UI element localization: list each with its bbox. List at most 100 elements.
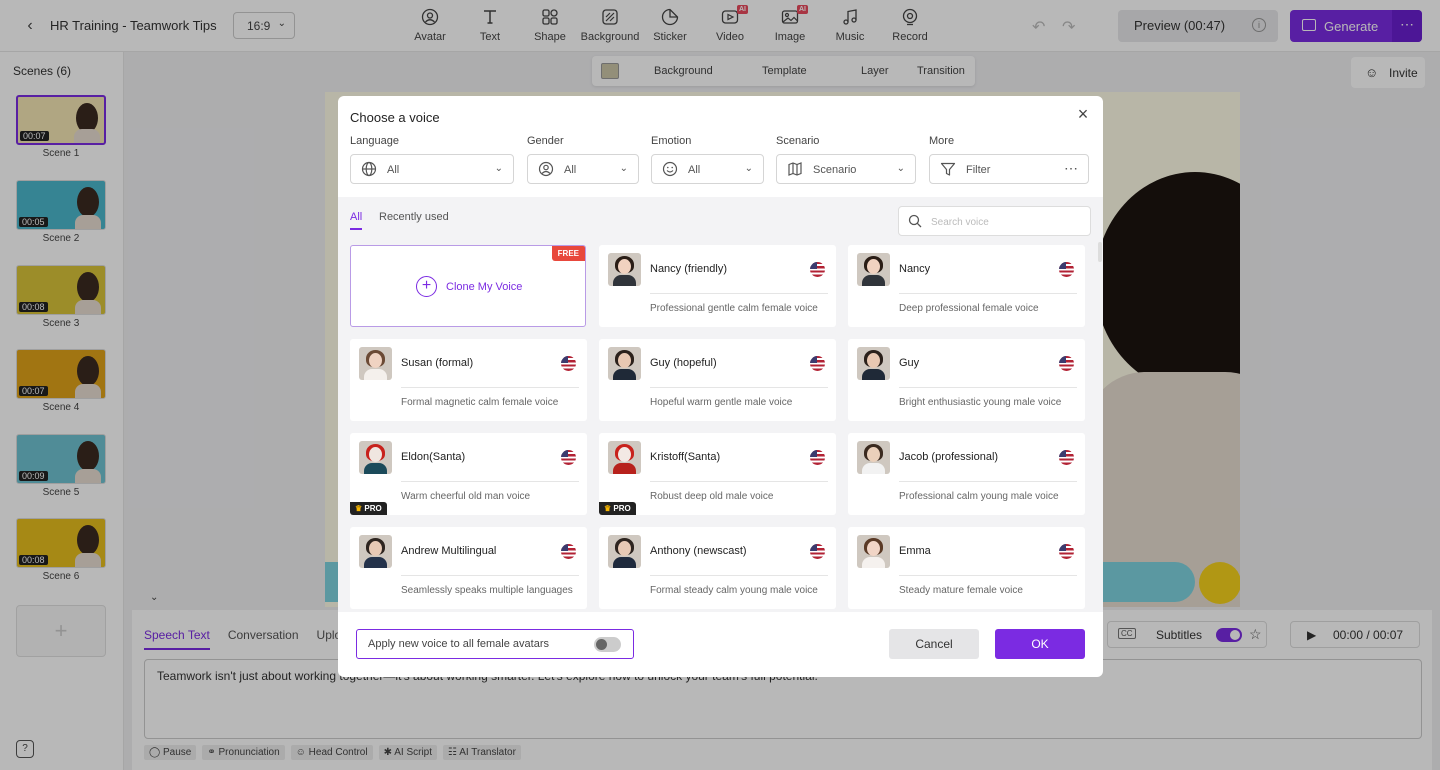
- choose-voice-dialog: Choose a voice × Language All ⌄ Gender A…: [338, 96, 1103, 677]
- avatar-face: [867, 259, 880, 274]
- us-flag-icon: [810, 356, 825, 371]
- gender-select[interactable]: All ⌄: [527, 154, 639, 184]
- more-filter-select[interactable]: Filter ⋯: [929, 154, 1089, 184]
- voice-card[interactable]: Nancy Deep professional female voice: [848, 245, 1085, 327]
- cancel-button[interactable]: Cancel: [889, 629, 979, 659]
- voice-avatar: [857, 253, 890, 286]
- card-divider: [899, 387, 1077, 388]
- apply-all-label: Apply new voice to all female avatars: [368, 638, 549, 650]
- tab-recently-used[interactable]: Recently used: [379, 211, 449, 223]
- voice-description: Formal steady calm young male voice: [650, 585, 818, 596]
- close-icon[interactable]: ×: [1075, 105, 1091, 123]
- card-divider: [650, 387, 828, 388]
- avatar-torso: [862, 557, 885, 568]
- clone-my-voice-card[interactable]: FREE + Clone My Voice: [350, 245, 586, 327]
- voice-name: Emma: [899, 545, 931, 557]
- voice-name: Guy (hopeful): [650, 357, 717, 369]
- voice-description: Professional calm young male voice: [899, 491, 1059, 502]
- language-select[interactable]: All ⌄: [350, 154, 514, 184]
- us-flag-icon: [1059, 544, 1074, 559]
- voice-name: Nancy: [899, 263, 931, 275]
- card-divider: [650, 481, 828, 482]
- map-icon: [788, 162, 802, 176]
- voice-avatar: [857, 441, 890, 474]
- avatar-face: [369, 541, 382, 556]
- avatar-torso: [613, 275, 636, 286]
- voice-name: Nancy (friendly): [650, 263, 728, 275]
- voice-description: Hopeful warm gentle male voice: [650, 397, 793, 408]
- gender-label: Gender: [527, 135, 564, 147]
- avatar-face: [369, 447, 382, 462]
- avatar-face: [867, 447, 880, 462]
- avatar-face: [618, 353, 631, 368]
- avatar-torso: [364, 557, 387, 568]
- globe-icon: [361, 161, 377, 177]
- scrollbar[interactable]: [1098, 242, 1102, 262]
- smile-icon: [662, 161, 678, 177]
- voice-card[interactable]: Nancy (friendly) Professional gentle calm…: [599, 245, 836, 327]
- person-icon: [538, 161, 554, 177]
- voice-avatar: [359, 441, 392, 474]
- voice-card[interactable]: Anthony (newscast) Formal steady calm you…: [599, 527, 836, 609]
- language-value: All: [387, 164, 400, 176]
- gender-value: All: [564, 164, 577, 176]
- tab-all[interactable]: All: [350, 211, 363, 230]
- apply-all-toggle[interactable]: [594, 637, 621, 652]
- voice-avatar: [608, 347, 641, 380]
- language-label: Language: [350, 135, 399, 147]
- us-flag-icon: [1059, 356, 1074, 371]
- avatar-torso: [364, 463, 387, 474]
- plus-circle-icon: +: [416, 276, 437, 297]
- avatar-face: [867, 353, 880, 368]
- voice-name: Anthony (newscast): [650, 545, 747, 557]
- us-flag-icon: [561, 450, 576, 465]
- free-badge: FREE: [551, 246, 585, 261]
- voice-card[interactable]: Guy (hopeful) Hopeful warm gentle male vo…: [599, 339, 836, 421]
- voice-description: Formal magnetic calm female voice: [401, 397, 559, 408]
- voice-name: Kristoff(Santa): [650, 451, 721, 463]
- avatar-torso: [862, 275, 885, 286]
- card-divider: [899, 293, 1077, 294]
- us-flag-icon: [561, 356, 576, 371]
- chevron-down-icon: ⌄: [619, 163, 628, 174]
- chevron-down-icon: ⌄: [494, 163, 503, 174]
- pro-badge: ♛ PRO: [350, 502, 387, 515]
- avatar-face: [618, 447, 631, 462]
- card-divider: [401, 387, 579, 388]
- avatar-face: [369, 353, 382, 368]
- voice-card[interactable]: Guy Bright enthusiastic young male voice: [848, 339, 1085, 421]
- voice-card[interactable]: Susan (formal) Formal magnetic calm femal…: [350, 339, 587, 421]
- voice-avatar: [359, 347, 392, 380]
- avatar-face: [618, 259, 631, 274]
- ok-button[interactable]: OK: [995, 629, 1085, 659]
- crown-icon: ♛: [355, 504, 363, 513]
- voice-name: Eldon(Santa): [401, 451, 466, 463]
- voice-card[interactable]: Eldon(Santa) Warm cheerful old man voice ♛…: [350, 433, 587, 515]
- voice-avatar: [359, 535, 392, 568]
- us-flag-icon: [810, 450, 825, 465]
- card-divider: [899, 481, 1077, 482]
- us-flag-icon: [1059, 450, 1074, 465]
- pro-label: PRO: [613, 504, 631, 513]
- us-flag-icon: [1059, 262, 1074, 277]
- avatar-torso: [364, 369, 387, 380]
- avatar-torso: [613, 369, 636, 380]
- apply-all-female-option: Apply new voice to all female avatars: [356, 629, 634, 659]
- us-flag-icon: [810, 544, 825, 559]
- voice-description: Seamlessly speaks multiple languages: [401, 585, 573, 596]
- voice-card[interactable]: Emma Steady mature female voice: [848, 527, 1085, 609]
- crown-icon: ♛: [604, 504, 612, 513]
- emotion-select[interactable]: All ⌄: [651, 154, 764, 184]
- scenario-label: Scenario: [776, 135, 820, 147]
- us-flag-icon: [561, 544, 576, 559]
- voice-card[interactable]: Jacob (professional) Professional calm yo…: [848, 433, 1085, 515]
- voice-card[interactable]: Andrew Multilingual Seamlessly speaks mul…: [350, 527, 587, 609]
- more-label: More: [929, 135, 955, 147]
- voice-description: Deep professional female voice: [899, 303, 1039, 314]
- filter-icon: [940, 162, 956, 176]
- scenario-select[interactable]: Scenario ⌄: [776, 154, 916, 184]
- voice-avatar: [608, 535, 641, 568]
- emotion-label: Emotion: [651, 135, 692, 147]
- voice-card[interactable]: Kristoff(Santa) Robust deep old male voic…: [599, 433, 836, 515]
- voice-search-input[interactable]: [931, 213, 1081, 231]
